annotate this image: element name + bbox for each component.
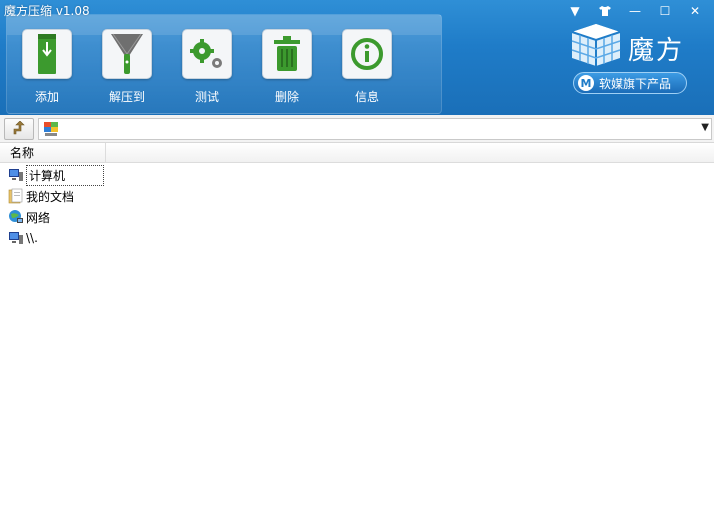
list-item-label: 计算机 <box>26 164 104 186</box>
list-item-label: \\. <box>26 231 38 245</box>
brand-badge[interactable]: M 软媒旗下产品 <box>573 72 687 94</box>
toolbar: 添加 解压到 测试 删除 信息 <box>22 29 422 105</box>
maximize-button[interactable]: ☐ <box>650 2 680 20</box>
close-button[interactable]: ✕ <box>680 2 710 20</box>
list-item-network[interactable]: 网络 <box>8 207 50 227</box>
list-item-documents[interactable]: 我的文档 <box>8 186 74 206</box>
network-icon <box>9 210 23 223</box>
computer-icon <box>44 122 58 136</box>
minimize-button[interactable]: — <box>620 2 650 20</box>
info-icon <box>342 29 392 79</box>
list-item-computer[interactable]: 计算机 <box>8 164 104 186</box>
delete-button[interactable]: 删除 <box>262 29 342 105</box>
add-label: 添加 <box>34 90 59 104</box>
extract-zipper-icon <box>102 29 152 79</box>
window-controls: ▼ — ☐ ✕ <box>560 2 710 20</box>
brand-name: 魔方 <box>628 36 685 66</box>
up-arrow-icon <box>13 121 25 135</box>
mofang-cube-logo-icon <box>571 24 621 66</box>
extract-to-label: 解压到 <box>108 90 145 104</box>
computer-icon <box>9 232 23 244</box>
add-archive-icon <box>22 29 72 79</box>
list-item-label: 我的文档 <box>26 189 75 204</box>
app-header: 魔方压缩 v1.08 ▼ — ☐ ✕ 添加 解压到 测试 删除 信息 魔方 M … <box>0 0 714 115</box>
list-item-root[interactable]: \\. <box>8 228 38 248</box>
list-header: 名称 <box>0 143 714 163</box>
info-label: 信息 <box>354 90 379 104</box>
menu-dropdown-button[interactable]: ▼ <box>560 2 590 20</box>
column-header-name[interactable]: 名称 <box>0 143 106 163</box>
info-button[interactable]: 信息 <box>342 29 422 105</box>
extract-to-button[interactable]: 解压到 <box>102 29 182 105</box>
test-label: 测试 <box>194 90 219 104</box>
window-title: 魔方压缩 v1.08 <box>4 4 90 18</box>
address-combobox[interactable]: ▼ <box>38 118 712 140</box>
chevron-down-icon[interactable]: ▼ <box>701 122 709 133</box>
test-button[interactable]: 测试 <box>182 29 262 105</box>
ruanmei-m-icon: M <box>578 75 594 91</box>
computer-icon <box>9 169 23 181</box>
address-bar: ▼ <box>0 115 714 143</box>
documents-folder-icon <box>8 188 23 204</box>
delete-label: 删除 <box>274 90 299 104</box>
skin-button[interactable] <box>590 2 620 20</box>
add-button[interactable]: 添加 <box>22 29 102 105</box>
file-list: 名称 计算机 我的文档 网络 \\. <box>0 143 714 528</box>
up-folder-button[interactable] <box>4 118 34 140</box>
gears-test-icon <box>182 29 232 79</box>
list-item-label: 网络 <box>26 210 51 225</box>
brand-badge-text: 软媒旗下产品 <box>599 76 672 91</box>
trash-delete-icon <box>262 29 312 79</box>
